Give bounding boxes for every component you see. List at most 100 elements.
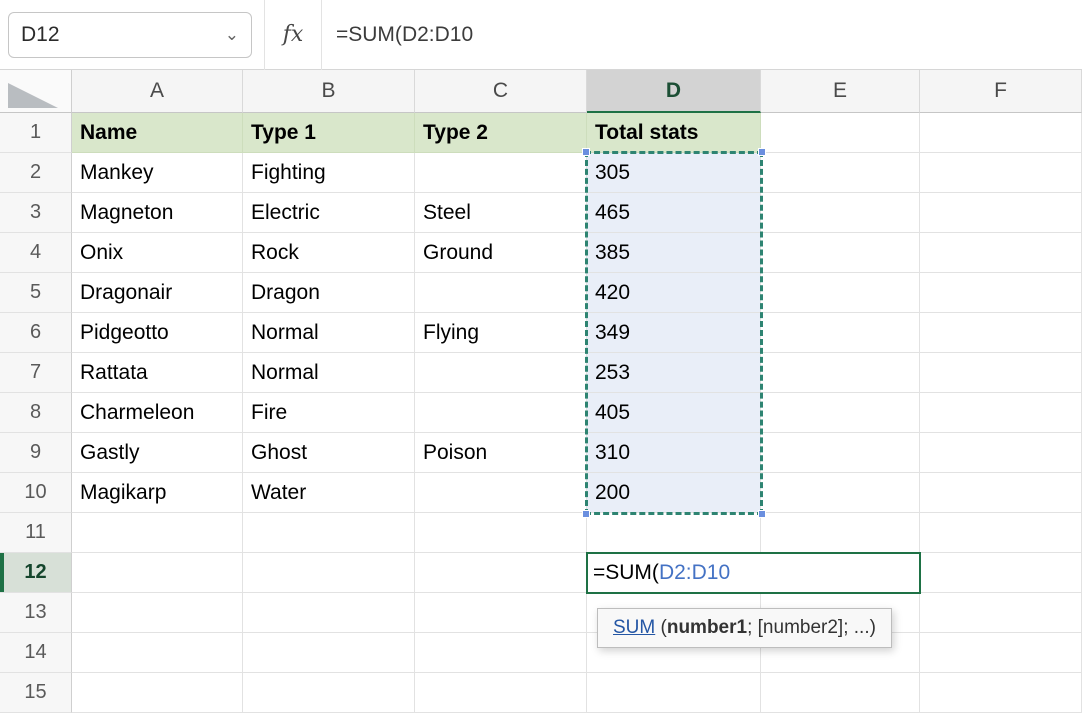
select-all-button[interactable] xyxy=(0,70,72,113)
cell-f3[interactable] xyxy=(920,193,1082,233)
cell-f10[interactable] xyxy=(920,473,1082,513)
cell-b12[interactable] xyxy=(243,553,415,593)
cell-f15[interactable] xyxy=(920,673,1082,713)
cell-c10[interactable] xyxy=(415,473,587,513)
cell-f1[interactable] xyxy=(920,113,1082,153)
cell-e9[interactable] xyxy=(761,433,920,473)
cell-b11[interactable] xyxy=(243,513,415,553)
row-header-6[interactable]: 6 xyxy=(0,313,72,353)
column-header-f[interactable]: F xyxy=(920,70,1082,113)
cell-f5[interactable] xyxy=(920,273,1082,313)
column-header-a[interactable]: A xyxy=(72,70,243,113)
cell-a14[interactable] xyxy=(72,633,243,673)
cell-f11[interactable] xyxy=(920,513,1082,553)
fx-icon[interactable]: fx xyxy=(265,22,321,47)
cell-d8[interactable]: 405 xyxy=(587,393,761,433)
row-header-13[interactable]: 13 xyxy=(0,593,72,633)
cell-a11[interactable] xyxy=(72,513,243,553)
cell-f8[interactable] xyxy=(920,393,1082,433)
cell-c6[interactable]: Flying xyxy=(415,313,587,353)
row-header-8[interactable]: 8 xyxy=(0,393,72,433)
cell-d1[interactable]: Total stats xyxy=(587,113,761,153)
column-header-e[interactable]: E xyxy=(761,70,920,113)
cell-c8[interactable] xyxy=(415,393,587,433)
cell-d10[interactable]: 200 xyxy=(587,473,761,513)
cell-a3[interactable]: Magneton xyxy=(72,193,243,233)
cell-f7[interactable] xyxy=(920,353,1082,393)
cell-a8[interactable]: Charmeleon xyxy=(72,393,243,433)
cell-a10[interactable]: Magikarp xyxy=(72,473,243,513)
cell-a5[interactable]: Dragonair xyxy=(72,273,243,313)
cell-e7[interactable] xyxy=(761,353,920,393)
row-header-2[interactable]: 2 xyxy=(0,153,72,193)
cell-c5[interactable] xyxy=(415,273,587,313)
cell-e11[interactable] xyxy=(761,513,920,553)
cell-f6[interactable] xyxy=(920,313,1082,353)
cell-e15[interactable] xyxy=(761,673,920,713)
cell-c2[interactable] xyxy=(415,153,587,193)
cell-b15[interactable] xyxy=(243,673,415,713)
cell-e6[interactable] xyxy=(761,313,920,353)
formula-bar-input[interactable]: =SUM(D2:D10 xyxy=(322,23,1082,47)
name-box[interactable]: D12 ⌄ xyxy=(8,12,252,58)
cell-c14[interactable] xyxy=(415,633,587,673)
cell-d5[interactable]: 420 xyxy=(587,273,761,313)
cell-a15[interactable] xyxy=(72,673,243,713)
cell-a2[interactable]: Mankey xyxy=(72,153,243,193)
column-header-d-selected[interactable]: D xyxy=(587,70,761,113)
cell-c11[interactable] xyxy=(415,513,587,553)
cell-f12[interactable] xyxy=(920,553,1082,593)
cell-b5[interactable]: Dragon xyxy=(243,273,415,313)
cell-d9[interactable]: 310 xyxy=(587,433,761,473)
cell-c1[interactable]: Type 2 xyxy=(415,113,587,153)
chevron-down-icon[interactable]: ⌄ xyxy=(225,26,239,43)
cell-d11[interactable] xyxy=(587,513,761,553)
cell-e2[interactable] xyxy=(761,153,920,193)
row-header-1[interactable]: 1 xyxy=(0,113,72,153)
cell-d6[interactable]: 349 xyxy=(587,313,761,353)
cell-c15[interactable] xyxy=(415,673,587,713)
cell-f9[interactable] xyxy=(920,433,1082,473)
cell-f13[interactable] xyxy=(920,593,1082,633)
cell-a7[interactable]: Rattata xyxy=(72,353,243,393)
cell-e3[interactable] xyxy=(761,193,920,233)
cell-b14[interactable] xyxy=(243,633,415,673)
cell-b4[interactable]: Rock xyxy=(243,233,415,273)
cell-e5[interactable] xyxy=(761,273,920,313)
cell-c9[interactable]: Poison xyxy=(415,433,587,473)
cell-e1[interactable] xyxy=(761,113,920,153)
row-header-12-active[interactable]: 12 xyxy=(0,553,72,593)
row-header-3[interactable]: 3 xyxy=(0,193,72,233)
cell-f14[interactable] xyxy=(920,633,1082,673)
row-header-9[interactable]: 9 xyxy=(0,433,72,473)
cell-a4[interactable]: Onix xyxy=(72,233,243,273)
cell-b7[interactable]: Normal xyxy=(243,353,415,393)
cell-a9[interactable]: Gastly xyxy=(72,433,243,473)
column-header-c[interactable]: C xyxy=(415,70,587,113)
cell-b2[interactable]: Fighting xyxy=(243,153,415,193)
cell-c7[interactable] xyxy=(415,353,587,393)
cell-a13[interactable] xyxy=(72,593,243,633)
cell-e8[interactable] xyxy=(761,393,920,433)
cell-c3[interactable]: Steel xyxy=(415,193,587,233)
cell-a1[interactable]: Name xyxy=(72,113,243,153)
cell-d4[interactable]: 385 xyxy=(587,233,761,273)
cell-d2[interactable]: 305 xyxy=(587,153,761,193)
cell-b13[interactable] xyxy=(243,593,415,633)
row-header-7[interactable]: 7 xyxy=(0,353,72,393)
cell-a12[interactable] xyxy=(72,553,243,593)
column-header-b[interactable]: B xyxy=(243,70,415,113)
cell-a6[interactable]: Pidgeotto xyxy=(72,313,243,353)
cell-d3[interactable]: 465 xyxy=(587,193,761,233)
cell-b3[interactable]: Electric xyxy=(243,193,415,233)
cell-b9[interactable]: Ghost xyxy=(243,433,415,473)
cell-d7[interactable]: 253 xyxy=(587,353,761,393)
active-cell-editor-d12[interactable]: =SUM(D2:D10 xyxy=(586,552,921,594)
cell-e10[interactable] xyxy=(761,473,920,513)
row-header-11[interactable]: 11 xyxy=(0,513,72,553)
cell-b10[interactable]: Water xyxy=(243,473,415,513)
row-header-5[interactable]: 5 xyxy=(0,273,72,313)
cell-b8[interactable]: Fire xyxy=(243,393,415,433)
cell-f4[interactable] xyxy=(920,233,1082,273)
cell-f2[interactable] xyxy=(920,153,1082,193)
